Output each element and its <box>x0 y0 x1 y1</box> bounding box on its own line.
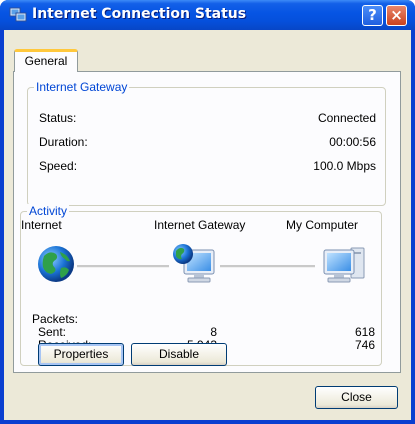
help-button[interactable]: ? <box>362 5 383 26</box>
internet-node-label: Internet <box>21 218 62 232</box>
internet-gateway-legend: Internet Gateway <box>34 80 130 94</box>
duration-label: Duration: <box>39 135 88 149</box>
close-window-button[interactable]: × <box>386 5 407 26</box>
gateway-computer-icon <box>173 244 215 283</box>
tab-general[interactable]: General <box>14 49 78 72</box>
packets-label: Packets: <box>32 312 79 326</box>
status-value: Connected <box>317 111 376 125</box>
duration-value: 00:00:56 <box>329 135 376 149</box>
gateway-computer-link-line <box>220 265 315 268</box>
speed-label: Speed: <box>39 159 78 173</box>
activity-legend: Activity <box>27 204 70 218</box>
sent-label: Sent: <box>38 325 67 339</box>
connection-status-window: Internet Connection Status ? × General I… <box>0 0 415 424</box>
window-title: Internet Connection Status <box>32 6 247 22</box>
globe-icon <box>38 246 74 282</box>
gateway-sent-value: 8 <box>210 325 217 339</box>
dialog-client-area: General Internet Gateway Status: Connect… <box>4 30 411 420</box>
gateway-node-label: Internet Gateway <box>154 218 246 232</box>
my-computer-icon <box>323 247 365 283</box>
internet-gateway-group: Internet Gateway Status: Connected Durat… <box>27 80 386 206</box>
title-bar[interactable]: Internet Connection Status ? × <box>0 0 415 30</box>
disable-button[interactable]: Disable <box>131 343 227 366</box>
internet-gateway-link-line <box>77 265 169 268</box>
network-connection-icon <box>9 7 27 22</box>
speed-value: 100.0 Mbps <box>313 159 376 173</box>
general-tab-panel: Internet Gateway Status: Connected Durat… <box>13 71 401 373</box>
close-button[interactable]: Close <box>315 386 398 409</box>
computer-sent-value: 618 <box>354 325 375 339</box>
computer-received-value: 746 <box>354 338 375 352</box>
computer-node-label: My Computer <box>286 218 359 232</box>
status-label: Status: <box>39 111 77 125</box>
properties-button[interactable]: Properties <box>38 343 124 366</box>
